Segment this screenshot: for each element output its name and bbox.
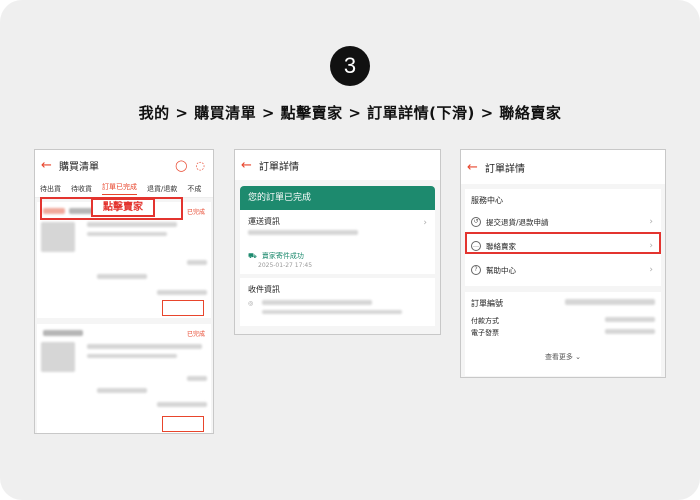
tab-to-ship[interactable]: 待出貨 — [40, 184, 61, 194]
delivery-time: 2025-01-27 17:45 — [258, 262, 313, 269]
order-tabs: 待出貨 待收貨 訂單已完成 退貨/退款 不成 — [35, 180, 213, 198]
tab-cancelled[interactable]: 不成 — [187, 184, 201, 194]
order-detail-scrolled-screen: ← 訂單詳情 服務中心 ↺ 提交退貨/退款申請 › … 聯絡賣家 › ? 幫助中… — [460, 149, 666, 378]
order-info-section: 訂單編號 付款方式 電子發票 查看更多 ⌄ — [465, 292, 661, 376]
section-title: 運送資訊 — [248, 217, 280, 226]
click-seller-callout: 點擊賣家 — [91, 198, 155, 217]
e-invoice-label: 電子發票 — [471, 329, 499, 337]
order-status: 已完成 — [186, 331, 205, 338]
purchase-list-screen: ← 購買清單 ◯ ◌ 待出貨 待收貨 訂單已完成 退貨/退款 不成 已完成 已完… — [34, 149, 214, 434]
see-more-link[interactable]: 查看更多 ⌄ — [465, 352, 661, 362]
search-icon[interactable]: ◯ — [175, 159, 187, 172]
tab-return-refund[interactable]: 退貨/退款 — [147, 184, 177, 194]
tab-to-receive[interactable]: 待收貨 — [71, 184, 92, 194]
receiver-info-section[interactable]: 收件資訊 ◎ — [240, 278, 435, 326]
payment-method-label: 付款方式 — [471, 317, 499, 325]
chevron-right-icon: › — [423, 218, 427, 228]
tab-completed[interactable]: 訂單已完成 — [102, 182, 137, 195]
return-refund-request-item[interactable]: ↺ 提交退貨/退款申請 › — [471, 210, 655, 234]
help-icon: ? — [471, 265, 481, 275]
truck-icon: ⛟ — [248, 252, 257, 260]
chevron-right-icon: › — [649, 265, 653, 275]
help-center-item[interactable]: ? 幫助中心 › — [471, 258, 655, 282]
location-pin-icon: ◎ — [248, 300, 254, 307]
navigation-path: 我的 > 購買清單 > 點擊賣家 > 訂單詳情(下滑) > 聯絡賣家 — [138, 104, 562, 122]
order-action-button[interactable] — [162, 300, 204, 316]
chat-icon[interactable]: ◌ — [195, 159, 205, 172]
order-complete-banner: 您的訂單已完成 — [240, 186, 435, 210]
page-title: 購買清單 — [59, 161, 99, 173]
page-title: 訂單詳情 — [485, 163, 525, 175]
order-status: 已完成 — [186, 209, 205, 216]
order-card[interactable]: 已完成 — [37, 324, 211, 433]
step-number-badge: 3 — [330, 46, 370, 86]
section-title: 收件資訊 — [248, 285, 280, 294]
header: ← 訂單詳情 — [461, 150, 665, 184]
contact-seller-highlight-box — [465, 232, 661, 254]
chevron-right-icon: › — [649, 217, 653, 227]
header: ← 訂單詳情 — [235, 150, 440, 180]
delivery-status: 賣家寄件成功 — [261, 252, 304, 260]
order-action-button[interactable] — [162, 416, 204, 432]
tutorial-card: 3 我的 > 購買清單 > 點擊賣家 > 訂單詳情(下滑) > 聯絡賣家 ← 購… — [0, 0, 700, 500]
order-detail-screen: ← 訂單詳情 您的訂單已完成 運送資訊 › ⛟ 賣家寄件成功 2025-01-2… — [234, 149, 441, 335]
return-icon: ↺ — [471, 217, 481, 227]
shipping-info-section[interactable]: 運送資訊 › ⛟ 賣家寄件成功 2025-01-27 17:45 — [240, 210, 435, 274]
back-arrow-icon[interactable]: ← — [41, 158, 59, 173]
page-title: 訂單詳情 — [259, 161, 299, 173]
header: ← 購買清單 ◯ ◌ — [35, 150, 213, 180]
back-arrow-icon[interactable]: ← — [467, 160, 485, 175]
back-arrow-icon[interactable]: ← — [241, 158, 259, 173]
section-title: 服務中心 — [471, 196, 503, 205]
order-number-label: 訂單編號 — [471, 299, 503, 308]
chevron-down-icon: ⌄ — [575, 353, 582, 361]
